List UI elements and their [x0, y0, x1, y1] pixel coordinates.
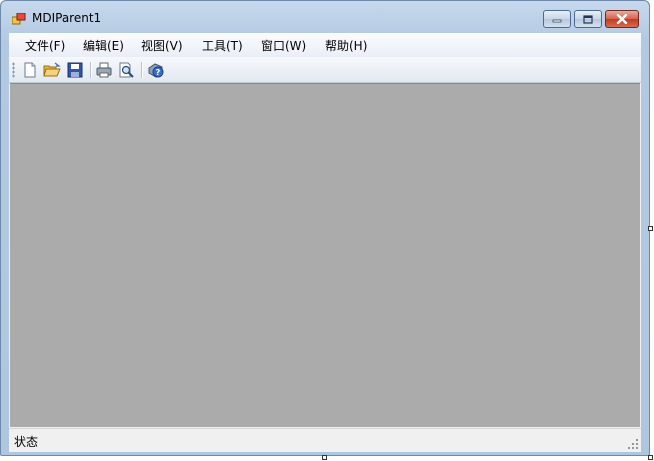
- maximize-icon: [583, 14, 593, 24]
- title-bar[interactable]: MDIParent1: [1, 1, 649, 33]
- minimize-button[interactable]: [543, 10, 571, 28]
- resize-handle-corner[interactable]: [648, 455, 653, 460]
- print-icon[interactable]: [95, 61, 113, 79]
- svg-text:?: ?: [156, 68, 161, 77]
- status-label: 状态: [14, 435, 39, 449]
- resize-grip-icon[interactable]: [627, 438, 639, 450]
- client-area: 文件(F) 编辑(E) 视图(V) 工具(T) 窗口(W) 帮助(H) ? 状态: [9, 33, 641, 452]
- toolbar-separator: [90, 62, 91, 78]
- mdi-windows-icon: [12, 13, 26, 25]
- main-window: MDIParent1 文件(F) 编辑(E) 视图(V) 工具(T) 窗口(W)…: [0, 0, 650, 456]
- toolbar-grip[interactable]: [12, 62, 15, 78]
- help-icon[interactable]: ?: [147, 61, 165, 79]
- menu-tools[interactable]: 工具(T): [202, 37, 243, 54]
- close-icon: [616, 14, 628, 24]
- print-preview-icon[interactable]: [117, 61, 135, 79]
- menu-view[interactable]: 视图(V): [141, 37, 183, 54]
- minimize-icon: [552, 19, 562, 23]
- maximize-button[interactable]: [574, 10, 602, 28]
- open-folder-icon[interactable]: [43, 61, 61, 79]
- new-file-icon[interactable]: [21, 61, 39, 79]
- menu-help[interactable]: 帮助(H): [325, 37, 367, 54]
- toolbar-separator: [141, 62, 142, 78]
- mdi-client-area[interactable]: [10, 83, 640, 427]
- menu-file[interactable]: 文件(F): [25, 37, 65, 54]
- window-title: MDIParent1: [32, 11, 102, 25]
- resize-handle-right[interactable]: [648, 226, 653, 231]
- menu-bar: 文件(F) 编辑(E) 视图(V) 工具(T) 窗口(W) 帮助(H): [9, 33, 641, 57]
- menu-edit[interactable]: 编辑(E): [83, 37, 124, 54]
- menu-window[interactable]: 窗口(W): [261, 37, 306, 54]
- resize-handle-bottom[interactable]: [322, 455, 327, 460]
- status-bar: 状态: [9, 428, 641, 452]
- save-icon[interactable]: [66, 61, 84, 79]
- close-button[interactable]: [605, 10, 639, 28]
- toolbar: ?: [9, 57, 641, 83]
